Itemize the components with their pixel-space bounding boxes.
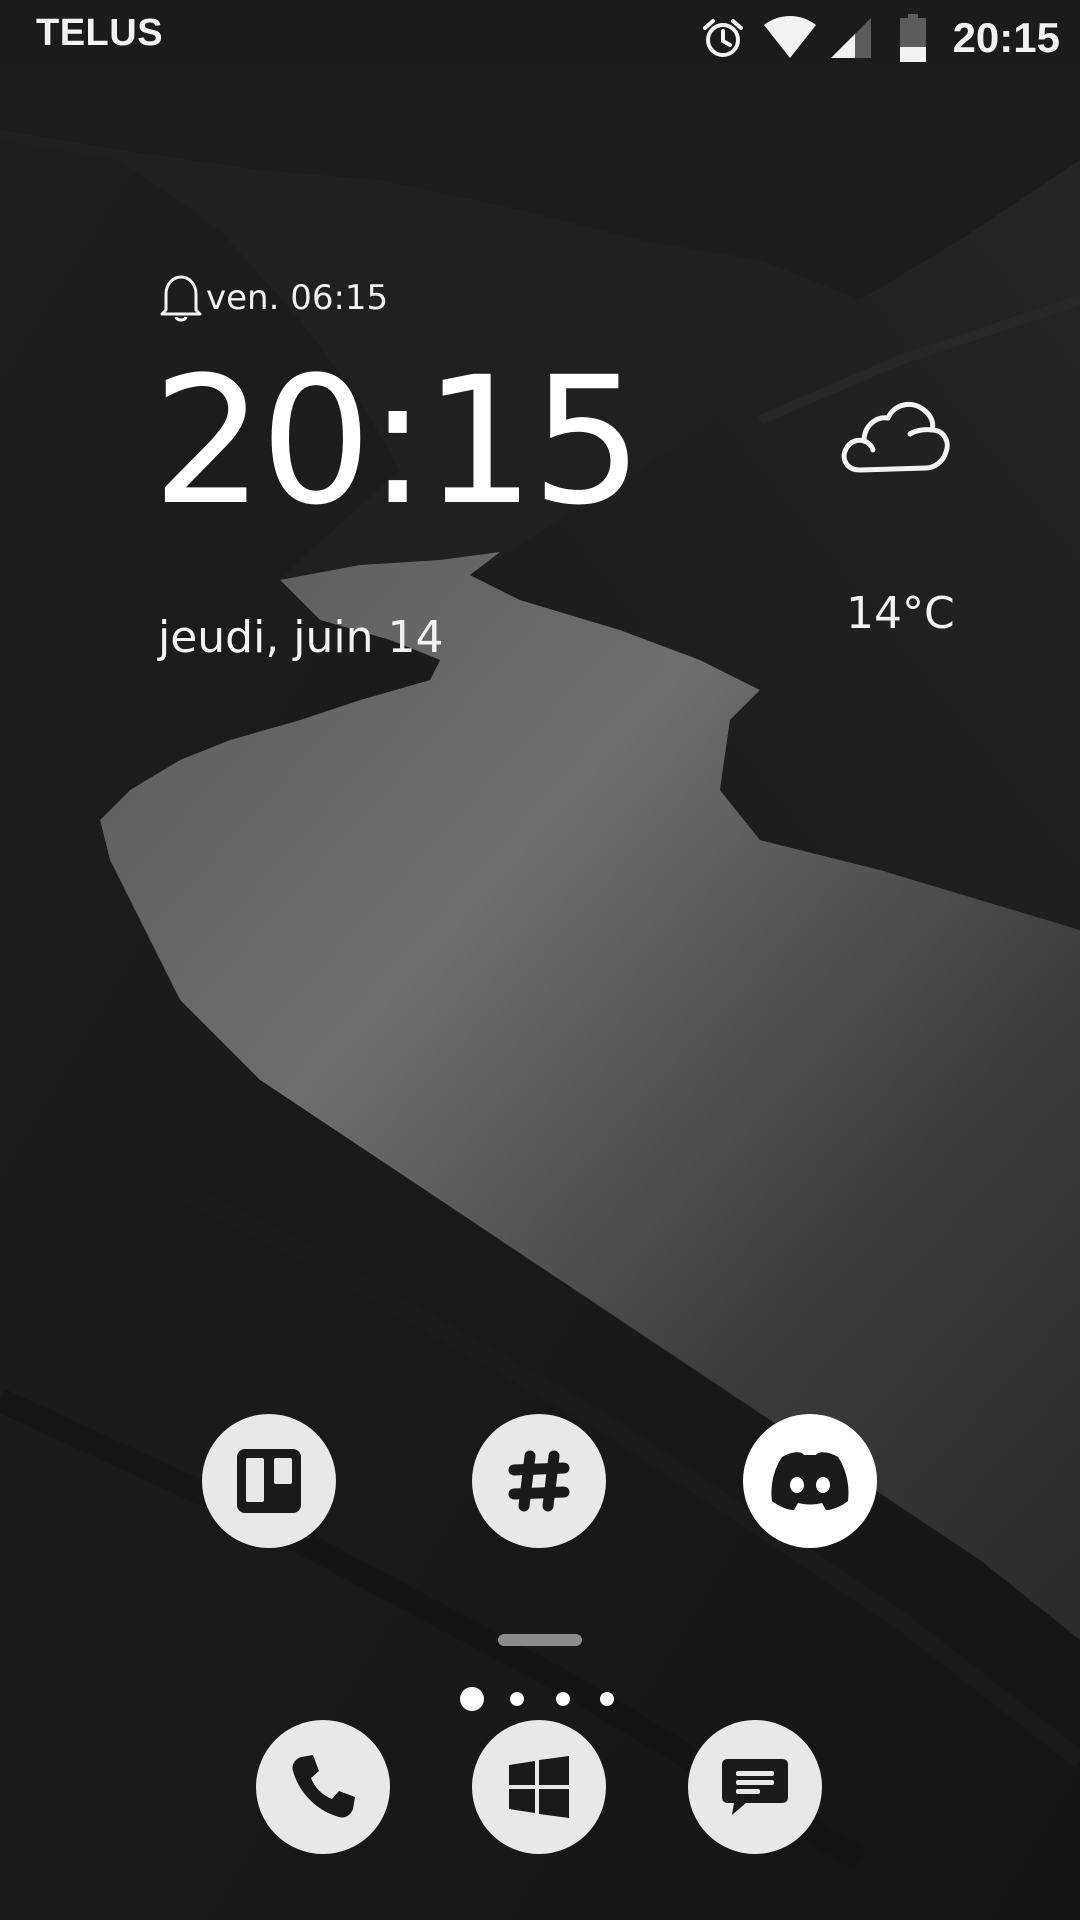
- page-dot-2[interactable]: [510, 1692, 524, 1706]
- message-icon: [722, 1759, 788, 1815]
- windows-icon: [509, 1756, 569, 1818]
- wifi-icon: [763, 16, 816, 58]
- bell-icon: [160, 275, 202, 322]
- messages-app-icon[interactable]: [688, 1720, 822, 1854]
- trello-app-icon[interactable]: [202, 1414, 336, 1548]
- windows-app-icon[interactable]: [472, 1720, 606, 1854]
- clock-hours: 20: [152, 339, 372, 544]
- slack-icon: [508, 1450, 570, 1512]
- app-drawer-handle[interactable]: [498, 1634, 582, 1646]
- clock-minutes: 15: [423, 339, 643, 544]
- phone-icon: [292, 1755, 355, 1818]
- status-time: 20:15: [952, 14, 1060, 61]
- status-bar: TELUS 20:15: [0, 0, 1080, 76]
- next-alarm[interactable]: ven. 06:15: [158, 270, 388, 326]
- page-dot-3[interactable]: [556, 1692, 570, 1706]
- trello-icon: [237, 1449, 301, 1513]
- alarm-icon: [702, 19, 743, 57]
- page-dot-1[interactable]: [460, 1687, 484, 1711]
- carrier-name: TELUS: [36, 12, 164, 54]
- clock-date[interactable]: jeudi, juin 14: [158, 612, 444, 663]
- page-indicator[interactable]: [458, 1684, 622, 1712]
- status-icons: 20:15: [699, 10, 1060, 66]
- discord-icon: [771, 1452, 849, 1510]
- phone-app-icon[interactable]: [256, 1720, 390, 1854]
- cell-signal-icon: [830, 18, 871, 58]
- page-dot-4[interactable]: [600, 1692, 614, 1706]
- cloudy-icon[interactable]: [838, 390, 954, 480]
- slack-app-icon[interactable]: [472, 1414, 606, 1548]
- temperature[interactable]: 14°C: [846, 588, 955, 639]
- clock-colon: :: [367, 339, 427, 544]
- home-screen: TELUS 20:15 ven. 06:15 20:15 jeudi, juin…: [0, 0, 1080, 1920]
- next-alarm-label: ven. 06:15: [206, 278, 389, 318]
- clock-time[interactable]: 20:15: [152, 352, 643, 532]
- discord-app-icon[interactable]: [743, 1414, 877, 1548]
- battery-icon: [899, 14, 926, 62]
